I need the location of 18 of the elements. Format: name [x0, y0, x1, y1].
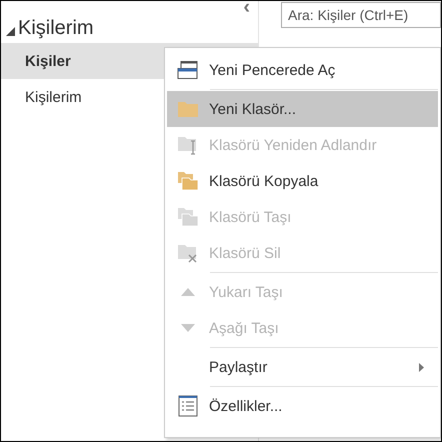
down-arrow-icon — [181, 324, 195, 332]
folder-delete-icon — [177, 243, 199, 263]
properties-icon — [178, 395, 198, 417]
search-field[interactable]: Ara: Kişiler (Ctrl+E) — [281, 2, 441, 28]
folder-icon — [177, 100, 199, 118]
folders-icon — [177, 207, 199, 227]
folder-rename-icon — [177, 135, 199, 155]
submenu-arrow-icon — [419, 362, 424, 372]
windows-icon — [177, 61, 199, 79]
folders-icon — [177, 171, 199, 191]
collapse-button[interactable]: ‹ — [243, 1, 250, 13]
menu-item[interactable]: Paylaştır — [167, 349, 438, 385]
menu-item[interactable]: Yeni Klasör... — [167, 91, 438, 127]
menu-item[interactable]: Özellikler... — [167, 388, 438, 424]
folder-header[interactable]: Kişilerim — [1, 13, 258, 43]
menu-item[interactable]: Klasörü Kopyala — [167, 163, 438, 199]
up-arrow-icon — [181, 288, 195, 296]
expand-icon — [6, 26, 15, 36]
